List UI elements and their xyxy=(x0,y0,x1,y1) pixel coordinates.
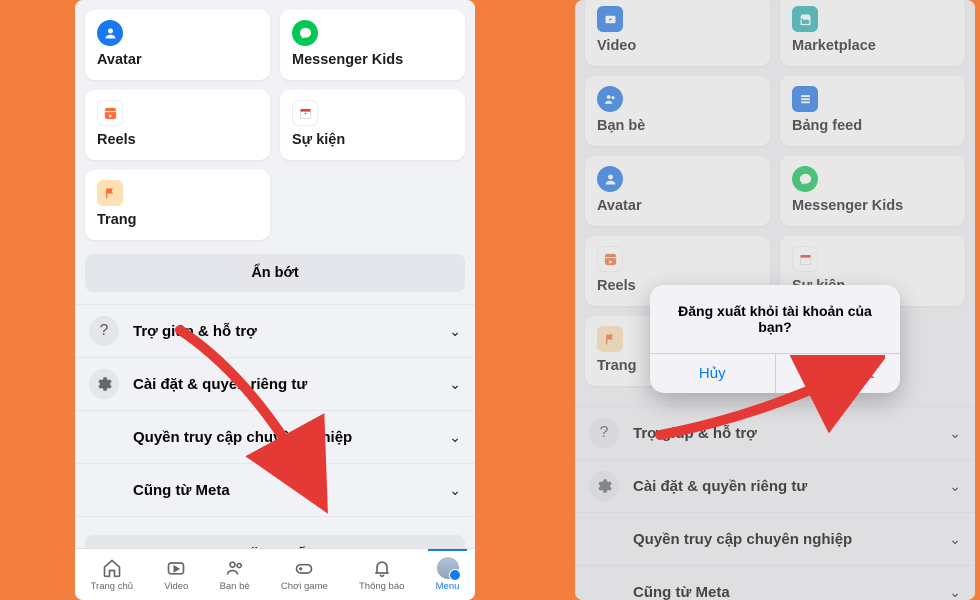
see-less-button[interactable]: Ẩn bớt xyxy=(85,254,465,292)
chevron-down-icon: ⌄ xyxy=(449,429,461,446)
list-item-label: Quyền truy cập chuyên nghiệp xyxy=(633,531,935,548)
tile-label: Reels xyxy=(97,132,258,148)
list-item-professional-access[interactable]: Quyền truy cập chuyên nghiệp ⌄ xyxy=(575,513,975,566)
tab-label: Video xyxy=(164,581,188,592)
friends-icon xyxy=(224,557,246,579)
event-icon xyxy=(792,246,818,272)
phone-screenshot-step2: Video Marketplace Bạn bè Bảng feed xyxy=(575,0,975,600)
chevron-down-icon: ⌄ xyxy=(949,584,961,600)
tab-label: Bạn bè xyxy=(220,581,250,592)
chevron-down-icon: ⌄ xyxy=(449,376,461,393)
shortcut-tile-feeds[interactable]: Bảng feed xyxy=(780,76,965,146)
tab-label: Trang chủ xyxy=(91,581,133,592)
shortcut-tile-friends[interactable]: Bạn bè xyxy=(585,76,770,146)
tab-gaming[interactable]: Chơi game xyxy=(281,557,328,592)
dialog-confirm-logout-button[interactable]: Đăng xuất xyxy=(776,354,901,393)
bell-icon xyxy=(371,557,393,579)
tile-label: Messenger Kids xyxy=(292,52,453,68)
list-item-also-from-meta[interactable]: Cũng từ Meta ⌄ xyxy=(575,566,975,600)
shortcut-tile-avatar[interactable]: Avatar xyxy=(85,10,270,80)
tile-label: Avatar xyxy=(597,198,758,214)
tile-label: Bạn bè xyxy=(597,118,758,134)
tab-friends[interactable]: Bạn bè xyxy=(220,557,250,592)
feed-icon xyxy=(792,86,818,112)
tab-label: Thông báo xyxy=(359,581,404,592)
list-item-help-support[interactable]: ? Trợ giúp & hỗ trợ ⌄ xyxy=(575,407,975,460)
list-item-label: Cài đặt & quyền riêng tư xyxy=(633,478,935,495)
list-item-label: Cũng từ Meta xyxy=(633,584,935,600)
avatar-icon xyxy=(97,20,123,46)
gear-icon xyxy=(589,471,619,501)
tile-label: Avatar xyxy=(97,52,258,68)
question-icon: ? xyxy=(589,418,619,448)
reels-icon xyxy=(97,100,123,126)
phone-screenshot-step1: Avatar Messenger Kids Reels * Sự kiện xyxy=(75,0,475,600)
tile-label: Marketplace xyxy=(792,38,953,54)
shortcut-tile-reels[interactable]: Reels xyxy=(85,90,270,160)
dialog-message: Đăng xuất khỏi tài khoản của bạn? xyxy=(650,285,900,353)
tab-notifications[interactable]: Thông báo xyxy=(359,557,404,592)
friends-icon xyxy=(597,86,623,112)
tab-video[interactable]: Video xyxy=(164,557,188,592)
reels-icon xyxy=(597,246,623,272)
list-item-professional-access[interactable]: Quyền truy cập chuyên nghiệp ⌄ xyxy=(75,411,475,464)
settings-list: ? Trợ giúp & hỗ trợ ⌄ Cài đặt & quyền ri… xyxy=(575,406,975,600)
flag-icon xyxy=(597,326,623,352)
tab-home[interactable]: Trang chủ xyxy=(91,557,133,592)
tab-menu[interactable]: Menu xyxy=(436,557,460,592)
chevron-down-icon: ⌄ xyxy=(949,425,961,442)
messenger-kids-icon xyxy=(292,20,318,46)
list-item-label: Trợ giúp & hỗ trợ xyxy=(133,323,435,340)
dialog-cancel-button[interactable]: Hủy xyxy=(650,354,776,393)
list-item-also-from-meta[interactable]: Cũng từ Meta ⌄ xyxy=(75,464,475,517)
event-icon: * xyxy=(292,100,318,126)
shortcut-tile-video[interactable]: Video xyxy=(585,0,770,66)
video-icon xyxy=(165,557,187,579)
chevron-down-icon: ⌄ xyxy=(949,478,961,495)
tile-label: Bảng feed xyxy=(792,118,953,134)
shortcut-tile-messenger-kids[interactable]: Messenger Kids xyxy=(780,156,965,226)
list-item-label: Trợ giúp & hỗ trợ xyxy=(633,425,935,442)
marketplace-icon xyxy=(792,6,818,32)
tab-label: Menu xyxy=(436,581,460,592)
gear-icon xyxy=(89,369,119,399)
list-item-label: Cài đặt & quyền riêng tư xyxy=(133,376,435,393)
tile-label: Sự kiện xyxy=(292,132,453,148)
logout-confirm-dialog: Đăng xuất khỏi tài khoản của bạn? Hủy Đă… xyxy=(650,285,900,393)
list-item-help-support[interactable]: ? Trợ giúp & hỗ trợ ⌄ xyxy=(75,305,475,358)
tile-label: Trang xyxy=(97,212,258,228)
shortcut-tile-pages[interactable]: Trang xyxy=(85,170,270,240)
chevron-down-icon: ⌄ xyxy=(949,531,961,548)
shortcut-tile-avatar[interactable]: Avatar xyxy=(585,156,770,226)
profile-menu-icon xyxy=(437,557,459,579)
grid-icon xyxy=(589,577,619,600)
home-icon xyxy=(101,557,123,579)
question-icon: ? xyxy=(89,316,119,346)
bottom-tab-bar: Trang chủ Video Bạn bè Chơi game Thông b… xyxy=(75,548,475,600)
list-item-settings-privacy[interactable]: Cài đặt & quyền riêng tư ⌄ xyxy=(575,460,975,513)
shortcut-tile-messenger-kids[interactable]: Messenger Kids xyxy=(280,10,465,80)
chevron-down-icon: ⌄ xyxy=(449,482,461,499)
avatar-icon xyxy=(597,166,623,192)
tile-label: Messenger Kids xyxy=(792,198,953,214)
list-item-settings-privacy[interactable]: Cài đặt & quyền riêng tư ⌄ xyxy=(75,358,475,411)
grid-icon xyxy=(89,475,119,505)
tile-label: Video xyxy=(597,38,758,54)
video-icon xyxy=(597,6,623,32)
list-item-label: Cũng từ Meta xyxy=(133,482,435,499)
tab-label: Chơi game xyxy=(281,581,328,592)
list-item-label: Quyền truy cập chuyên nghiệp xyxy=(133,429,435,446)
chevron-down-icon: ⌄ xyxy=(449,323,461,340)
grid-icon xyxy=(589,524,619,554)
gaming-icon xyxy=(293,557,315,579)
flag-icon xyxy=(97,180,123,206)
shortcut-tile-marketplace[interactable]: Marketplace xyxy=(780,0,965,66)
shortcut-tile-events[interactable]: * Sự kiện xyxy=(280,90,465,160)
grid-icon xyxy=(89,422,119,452)
settings-list: ? Trợ giúp & hỗ trợ ⌄ Cài đặt & quyền ri… xyxy=(75,304,475,517)
messenger-kids-icon xyxy=(792,166,818,192)
